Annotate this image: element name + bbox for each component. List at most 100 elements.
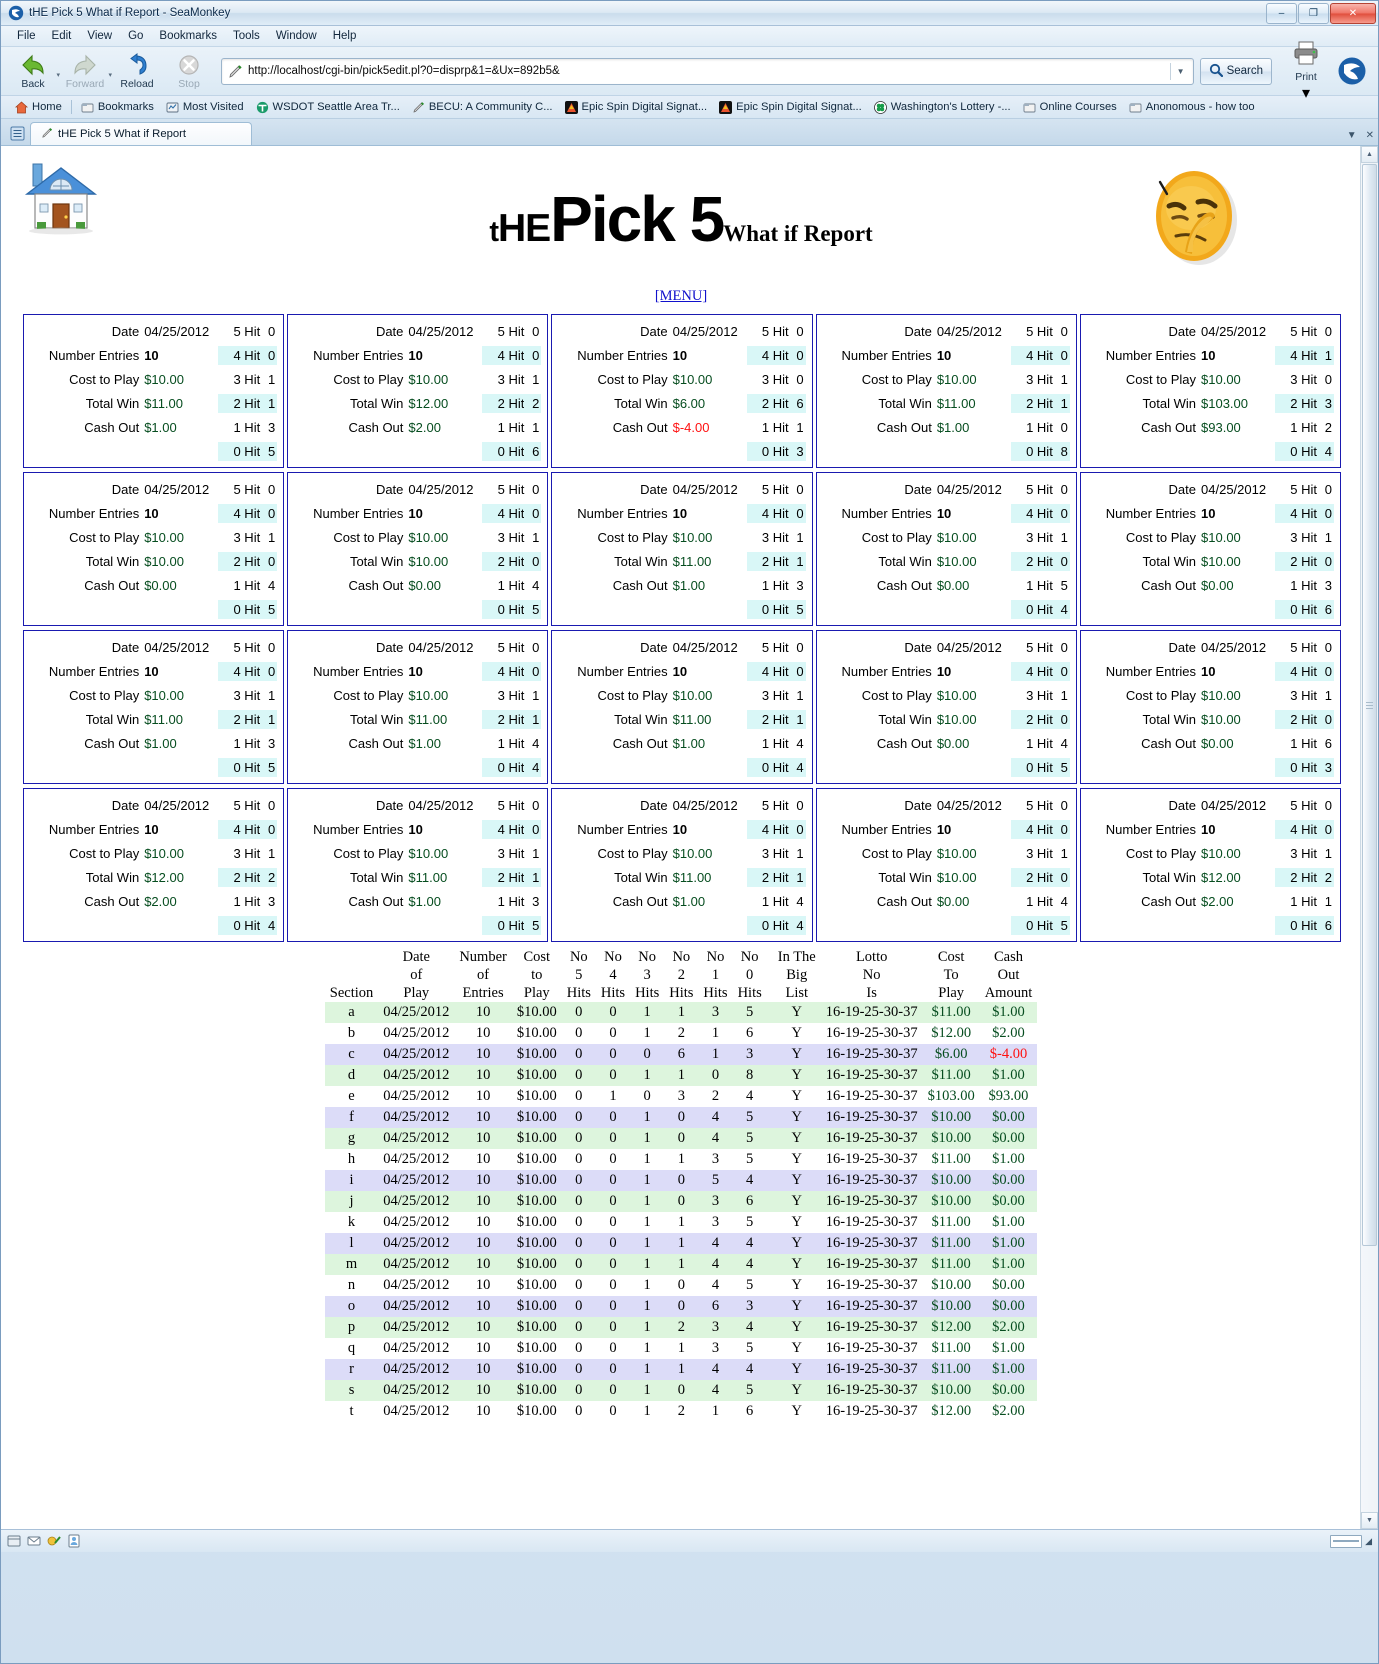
- status-resize-grip[interactable]: ◢: [1365, 1536, 1372, 1547]
- table-row[interactable]: r 04/25/2012 10 $10.00 0 0 1 1 4 4 Y 16-19-25-30-37…: [324, 1359, 1038, 1380]
- bookmark-anonomous[interactable]: Anonomous - how too: [1123, 100, 1261, 115]
- card-hit-value: 8: [1052, 441, 1070, 461]
- mail-status-icon[interactable]: [27, 1534, 41, 1548]
- reload-button[interactable]: Reload: [111, 49, 163, 93]
- table-row[interactable]: f 04/25/2012 10 $10.00 0 0 1 0 4 5 Y 16-19-25-30-37…: [324, 1107, 1038, 1128]
- table-row[interactable]: i 04/25/2012 10 $10.00 0 0 1 0 5 4 Y 16-19-25-30-37…: [324, 1170, 1038, 1191]
- print-button[interactable]: Print ▾: [1280, 40, 1332, 103]
- bookmark-epic-spin-2[interactable]: Epic Spin Digital Signat...: [713, 100, 868, 115]
- menu-link[interactable]: [MENU]: [655, 288, 707, 304]
- table-cell-lotto: 16-19-25-30-37: [820, 1380, 923, 1401]
- tab-close-icon[interactable]: ✕: [1366, 130, 1374, 141]
- card-line: Cost to Play $10.00 3 Hit 1: [556, 683, 805, 707]
- card-hit-value: 4: [796, 735, 804, 751]
- table-row[interactable]: m 04/25/2012 10 $10.00 0 0 1 1 4 4 Y 16-19-25-30-37…: [324, 1254, 1038, 1275]
- card-line: 0 Hit 3: [556, 439, 806, 463]
- address-bar[interactable]: http://localhost/cgi-bin/pick5edit.pl?0=…: [221, 57, 1194, 85]
- table-row[interactable]: d 04/25/2012 10 $10.00 0 0 1 1 0 8 Y 16-19-25-30-37…: [324, 1065, 1038, 1086]
- scroll-down-button[interactable]: ▼: [1361, 1512, 1378, 1529]
- table-row[interactable]: a 04/25/2012 10 $10.00 0 0 1 1 3 5 Y 16-19-25-30-37…: [324, 1002, 1038, 1023]
- bookmark-home[interactable]: Home: [9, 100, 68, 115]
- table-cell-h3: 1: [630, 1380, 665, 1401]
- tab-scroll-down-icon[interactable]: ▼: [1347, 130, 1357, 141]
- close-button[interactable]: ✕: [1330, 3, 1376, 24]
- card-line: Cost to Play $10.00 3 Hit 0: [1085, 367, 1334, 391]
- card-field-label: Cash Out: [348, 577, 404, 593]
- bookmark-epic-spin-1[interactable]: Epic Spin Digital Signat...: [559, 100, 714, 115]
- table-row[interactable]: o 04/25/2012 10 $10.00 0 0 1 0 6 3 Y 16-19-25-30-37…: [324, 1296, 1038, 1317]
- table-row[interactable]: t 04/25/2012 10 $10.00 0 0 1 2 1 6 Y 16-19-25-30-37…: [324, 1401, 1038, 1422]
- table-row[interactable]: n 04/25/2012 10 $10.00 0 0 1 0 4 5 Y 16-19-25-30-37…: [324, 1275, 1038, 1296]
- table-row[interactable]: k 04/25/2012 10 $10.00 0 0 1 1 3 5 Y 16-19-25-30-37…: [324, 1212, 1038, 1233]
- bookmark-most-visited[interactable]: Most Visited: [160, 100, 250, 115]
- addressbook-status-icon[interactable]: [67, 1534, 81, 1548]
- column-header: Cost: [937, 949, 965, 965]
- menu-edit[interactable]: Edit: [44, 28, 80, 44]
- bookmark-washington-lottery[interactable]: Washington's Lottery -...: [868, 100, 1017, 115]
- summary-card: Date 04/25/2012 5 Hit 0 Number Entries 10 4 Hi…: [551, 314, 813, 468]
- card-hit-value: 1: [796, 419, 804, 435]
- scroll-up-button[interactable]: ▲: [1361, 146, 1378, 163]
- table-cell-big: Y: [772, 1128, 821, 1149]
- minimize-button[interactable]: –: [1266, 3, 1297, 24]
- card-hit-value: 3: [1317, 393, 1335, 413]
- card-field-label: Date: [904, 639, 932, 655]
- table-row[interactable]: e 04/25/2012 10 $10.00 0 1 0 3 2 4 Y 16-19-25-30-37…: [324, 1086, 1038, 1107]
- table-row[interactable]: p 04/25/2012 10 $10.00 0 0 1 2 3 4 Y 16-19-25-30-37…: [324, 1317, 1038, 1338]
- menu-window[interactable]: Window: [268, 28, 325, 44]
- browser-status-icon[interactable]: [7, 1534, 21, 1548]
- card-hit-label: 3 Hit: [497, 371, 525, 387]
- table-cell-cost: $10.00: [511, 1380, 562, 1401]
- card-field-label: Cost to Play: [861, 529, 932, 545]
- compose-status-icon[interactable]: [47, 1534, 61, 1548]
- forward-button[interactable]: Forward ▾: [59, 49, 112, 93]
- card-field-label: Cost to Play: [1125, 845, 1197, 861]
- menu-help[interactable]: Help: [325, 28, 365, 44]
- table-row[interactable]: b 04/25/2012 10 $10.00 0 0 1 2 1 6 Y 16-19-25-30-37…: [324, 1023, 1038, 1044]
- menu-tools[interactable]: Tools: [225, 28, 268, 44]
- bookmark-online-courses[interactable]: Online Courses: [1017, 100, 1123, 115]
- print-dropdown-icon[interactable]: ▾: [1302, 83, 1310, 103]
- bookmark-bookmarks[interactable]: Bookmarks: [75, 100, 160, 115]
- table-row[interactable]: h 04/25/2012 10 $10.00 0 0 1 1 3 5 Y 16-19-25-30-37…: [324, 1149, 1038, 1170]
- seamonkey-throbber[interactable]: [1332, 56, 1372, 86]
- table-row[interactable]: g 04/25/2012 10 $10.00 0 0 1 0 4 5 Y 16-19-25-30-37…: [324, 1128, 1038, 1149]
- bookmark-becu[interactable]: BECU: A Community C...: [406, 100, 559, 115]
- bookmark-wsdot[interactable]: WSDOT Seattle Area Tr...: [250, 100, 406, 115]
- menu-file[interactable]: File: [9, 28, 44, 44]
- card-hit-label: 0 Hit: [746, 915, 789, 935]
- card-field-label: Number Entries: [1105, 347, 1197, 363]
- card-hit-label: 4 Hit: [482, 503, 525, 523]
- tab-pick5-report[interactable]: tHE Pick 5 What if Report: [30, 122, 252, 145]
- menu-view[interactable]: View: [79, 28, 120, 44]
- card-field-value: $11.00: [672, 869, 712, 885]
- maximize-button[interactable]: ❐: [1298, 3, 1329, 24]
- column-header: Play: [523, 985, 550, 1001]
- card-hit-label: 4 Hit: [746, 503, 789, 523]
- table-row[interactable]: l 04/25/2012 10 $10.00 0 0 1 1 4 4 Y 16-19-25-30-37…: [324, 1233, 1038, 1254]
- card-hit-label: 0 Hit: [1010, 599, 1053, 619]
- table-row[interactable]: c 04/25/2012 10 $10.00 0 0 0 6 1 3 Y 16-19-25-30-37…: [324, 1044, 1038, 1065]
- column-header: Date: [402, 949, 430, 965]
- url-dropdown-icon[interactable]: ▼: [1173, 67, 1189, 76]
- menu-go[interactable]: Go: [120, 28, 151, 44]
- table-cell-cashout: $0.00: [979, 1107, 1038, 1128]
- table-row[interactable]: q 04/25/2012 10 $10.00 0 0 1 1 3 5 Y 16-19-25-30-37…: [324, 1338, 1038, 1359]
- table-cell-h5: 0: [561, 1401, 596, 1422]
- table-row[interactable]: s 04/25/2012 10 $10.00 0 0 1 0 4 5 Y 16-19-25-30-37…: [324, 1380, 1038, 1401]
- vertical-scrollbar[interactable]: ▲ ▼: [1360, 146, 1378, 1529]
- table-row[interactable]: j 04/25/2012 10 $10.00 0 0 1 0 3 6 Y 16-19-25-30-37…: [324, 1191, 1038, 1212]
- table-cell-costplay: $10.00: [922, 1170, 980, 1191]
- search-button[interactable]: Search: [1199, 57, 1272, 85]
- card-field-label: Cost to Play: [1125, 371, 1197, 387]
- card-line: Cost to Play $10.00 3 Hit 1: [556, 525, 805, 549]
- stop-button[interactable]: Stop: [163, 49, 215, 93]
- card-line: Cash Out $0.00 1 Hit 4: [28, 573, 277, 597]
- menu-bookmarks[interactable]: Bookmarks: [151, 28, 225, 44]
- back-button[interactable]: Back ▾: [7, 49, 60, 93]
- card-hit-value: 1: [1317, 345, 1335, 365]
- table-cell-entries: 10: [454, 1002, 512, 1023]
- column-header: No: [740, 949, 759, 965]
- scrollbar-thumb[interactable]: [1362, 164, 1377, 1246]
- tab-list-icon[interactable]: [7, 123, 27, 143]
